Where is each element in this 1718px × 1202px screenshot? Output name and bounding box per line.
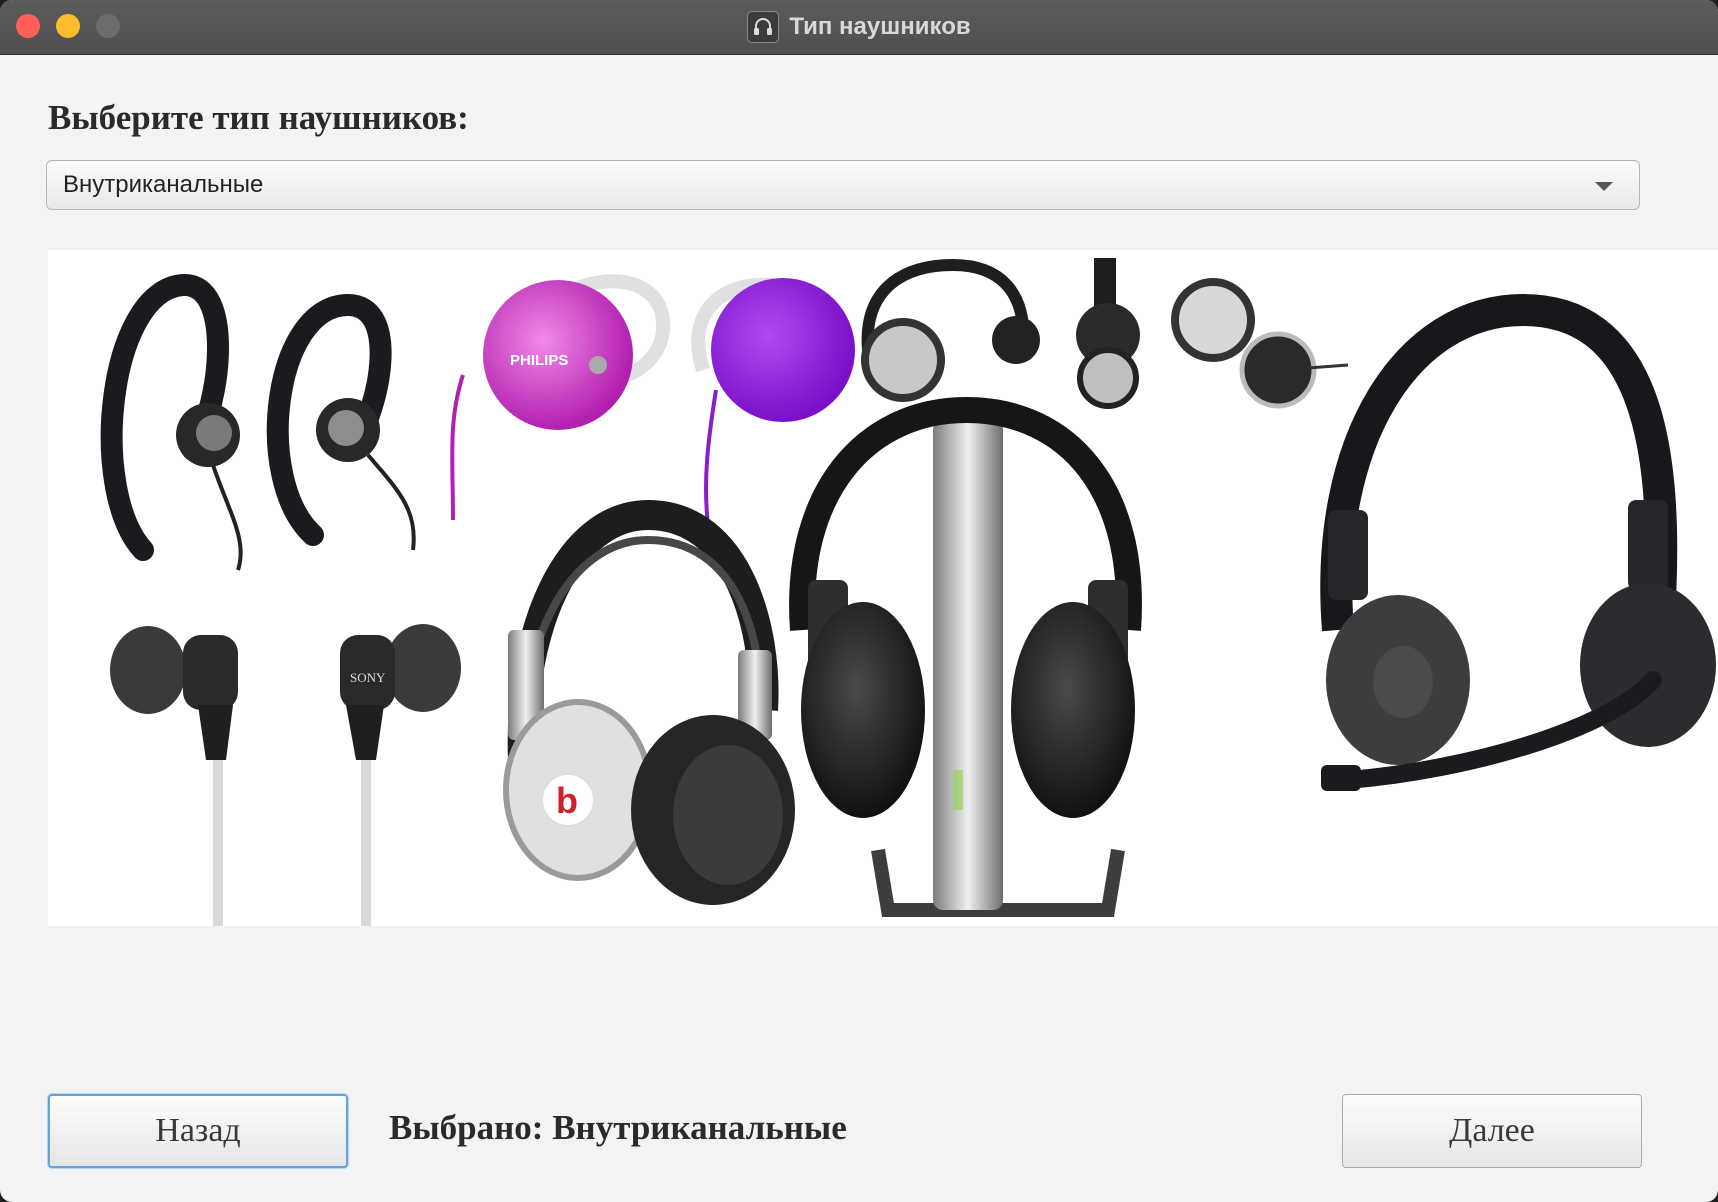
headphones-image: SONY PHILIPS b bbox=[48, 250, 1718, 926]
headphones-icon bbox=[747, 11, 780, 43]
svg-text:SONY: SONY bbox=[350, 670, 386, 685]
headset-with-microphone bbox=[1320, 293, 1716, 791]
select-value: Внутриканальные bbox=[63, 171, 264, 198]
back-button[interactable]: Назад bbox=[48, 1094, 348, 1168]
chevron-down-icon bbox=[1595, 182, 1613, 191]
over-ear-headphones-beats: b bbox=[503, 499, 795, 905]
selection-status: Выбрано: Внутриканальные bbox=[389, 1108, 847, 1147]
svg-text:b: b bbox=[556, 780, 578, 821]
pink-clip-earphone: PHILIPS bbox=[450, 274, 671, 521]
title-wrap: Тип наушников bbox=[0, 0, 1718, 54]
title-bar: Тип наушников bbox=[0, 0, 1718, 55]
headphone-type-select[interactable]: Внутриканальные bbox=[46, 160, 1640, 210]
app-window: Тип наушников Выберите тип наушников: Вн… bbox=[0, 0, 1718, 1202]
svg-text:PHILIPS: PHILIPS bbox=[510, 352, 568, 369]
wireless-headphones-stand bbox=[789, 396, 1142, 917]
earhook-earphones bbox=[100, 274, 416, 571]
in-ear-earphones: SONY bbox=[110, 624, 461, 926]
next-button[interactable]: Далее bbox=[1342, 1094, 1642, 1168]
small-headphones-set bbox=[861, 258, 1349, 409]
window-title: Тип наушников bbox=[789, 13, 971, 40]
prompt-label: Выберите тип наушников: bbox=[48, 98, 469, 137]
